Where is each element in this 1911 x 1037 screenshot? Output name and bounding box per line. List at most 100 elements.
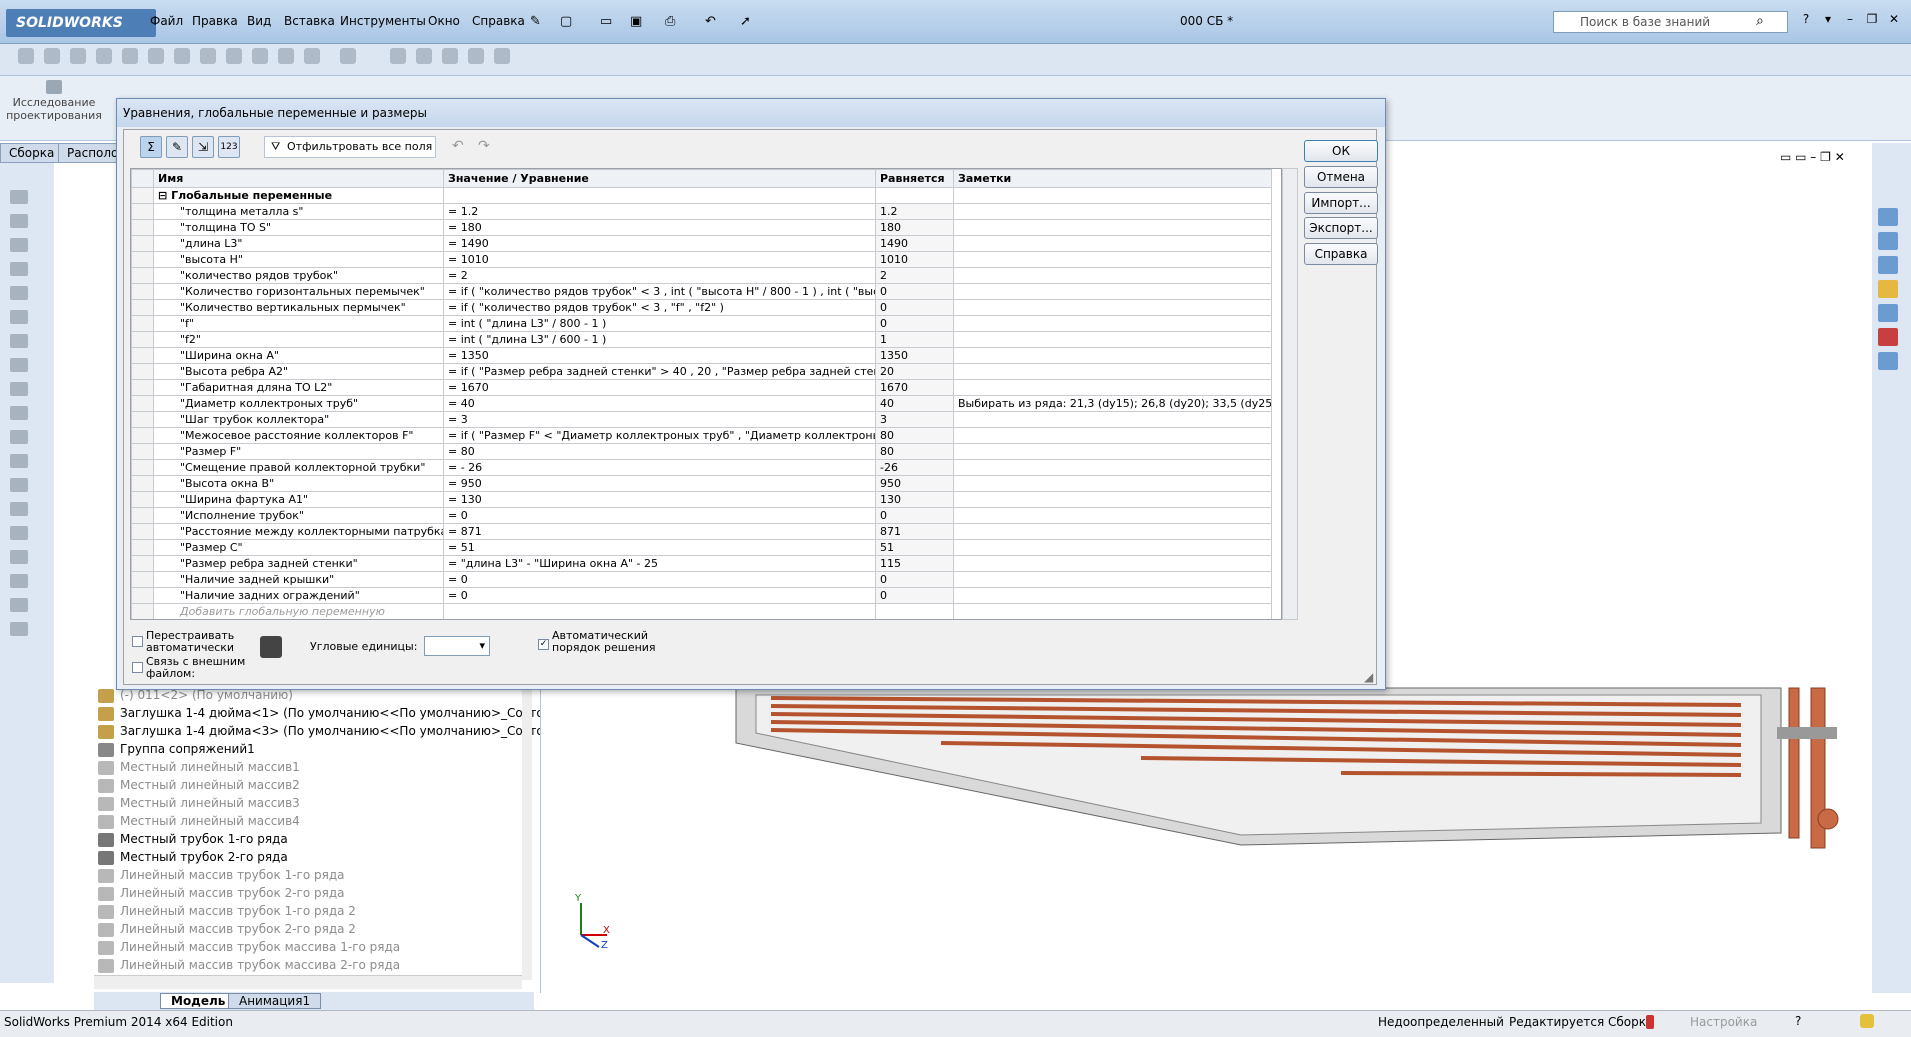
- tree-item[interactable]: Линейный массив трубок массива 2-го ряда: [98, 956, 400, 974]
- row-selector[interactable]: [131, 587, 154, 604]
- tree-item[interactable]: Линейный массив трубок 1-го ряда 2: [98, 902, 356, 920]
- notes-cell[interactable]: [953, 203, 1272, 220]
- row-selector[interactable]: [131, 347, 154, 364]
- table-row[interactable]: "Исполнение трубок" = 00: [131, 507, 1272, 524]
- tab-animation[interactable]: Анимация1: [228, 993, 322, 1009]
- save-icon[interactable]: ▣: [630, 14, 642, 29]
- cell[interactable]: [443, 603, 876, 619]
- tool-icon[interactable]: [390, 48, 406, 64]
- equation-cell[interactable]: = 40: [443, 395, 876, 412]
- menu-insert[interactable]: Вставка: [284, 14, 335, 32]
- equation-cell[interactable]: = 1670: [443, 379, 876, 396]
- table-row[interactable]: "Размер F" = 80 80: [131, 443, 1272, 460]
- tool-icon[interactable]: [148, 48, 164, 64]
- auto-order-checkbox[interactable]: ✓: [538, 636, 549, 650]
- help-icon[interactable]: ?: [1795, 1014, 1801, 1028]
- equation-cell[interactable]: = "длина L3" - "Ширина окна A" - 25: [443, 555, 876, 572]
- equation-cell[interactable]: = 51: [443, 539, 876, 556]
- notes-cell[interactable]: [953, 539, 1272, 556]
- table-row[interactable]: "Наличие задних ограждений" = 00: [131, 587, 1272, 604]
- tool-icon[interactable]: [10, 406, 28, 420]
- cell[interactable]: [953, 603, 1272, 619]
- notes-cell[interactable]: [953, 219, 1272, 236]
- notes-cell[interactable]: [953, 459, 1272, 476]
- menu-help[interactable]: Справка: [472, 14, 525, 32]
- row-selector[interactable]: [131, 315, 154, 332]
- variable-name-cell[interactable]: "количество рядов трубок": [153, 267, 444, 284]
- tree-item[interactable]: Группа сопряжений1: [98, 740, 255, 758]
- collapse-icon[interactable]: ⊟: [158, 189, 167, 202]
- equation-cell[interactable]: = - 26: [443, 459, 876, 476]
- tree-item[interactable]: Местный трубок 2-го ряда: [98, 848, 288, 866]
- variable-name-cell[interactable]: "Размер C": [153, 539, 444, 556]
- variable-name-cell[interactable]: "Ширина окна A": [153, 347, 444, 364]
- tree-item[interactable]: Линейный массив трубок 2-го ряда 2: [98, 920, 356, 938]
- notes-cell[interactable]: [953, 331, 1272, 348]
- notes-cell[interactable]: [953, 315, 1272, 332]
- dimension-view-icon[interactable]: ⇲: [192, 136, 214, 158]
- notes-cell[interactable]: [953, 587, 1272, 604]
- tool-icon[interactable]: [304, 48, 320, 64]
- tool-icon[interactable]: [96, 48, 112, 64]
- table-row[interactable]: "Высота окна B" = 950 950: [131, 475, 1272, 492]
- notes-cell[interactable]: [953, 427, 1272, 444]
- tool-icon[interactable]: [10, 214, 28, 228]
- table-row[interactable]: "Ширина окна A" = 1350 1350: [131, 347, 1272, 364]
- tool-icon[interactable]: [10, 310, 28, 324]
- tool-icon[interactable]: [44, 48, 60, 64]
- row-selector[interactable]: [131, 219, 154, 236]
- traffic-light-icon[interactable]: [260, 636, 282, 658]
- tag-icon[interactable]: [1860, 1014, 1874, 1028]
- row-selector[interactable]: [131, 523, 154, 540]
- table-row[interactable]: "f" = int ( "длина L3" / 800 - 1 ) 0: [131, 315, 1272, 332]
- equation-cell[interactable]: = 80: [443, 443, 876, 460]
- new-document-icon[interactable]: ▢: [560, 14, 572, 29]
- notes-cell[interactable]: [953, 491, 1272, 508]
- notes-cell[interactable]: [953, 363, 1272, 380]
- tool-icon[interactable]: [278, 48, 294, 64]
- variable-name-cell[interactable]: "Шаг трубок коллектора": [153, 411, 444, 428]
- table-row[interactable]: "Смещение правой коллекторной трубки" = -…: [131, 459, 1272, 476]
- row-selector[interactable]: [131, 411, 154, 428]
- column-name[interactable]: Имя: [153, 169, 444, 188]
- add-variable-cell[interactable]: Добавить глобальную переменную: [153, 603, 444, 619]
- row-selector[interactable]: [131, 603, 154, 619]
- menu-view[interactable]: Вид: [247, 14, 271, 32]
- view-palette-icon[interactable]: [1878, 304, 1898, 322]
- tab-assembly[interactable]: Сборка: [0, 143, 64, 163]
- grid-vertical-scrollbar[interactable]: [1282, 168, 1298, 620]
- row-selector[interactable]: [131, 475, 154, 492]
- row-selector[interactable]: [131, 331, 154, 348]
- variable-name-cell[interactable]: "f": [153, 315, 444, 332]
- open-icon[interactable]: ▭: [600, 14, 612, 29]
- row-selector[interactable]: [131, 443, 154, 460]
- tool-icon[interactable]: [10, 454, 28, 468]
- tool-icon[interactable]: [226, 48, 242, 64]
- notes-cell[interactable]: [953, 235, 1272, 252]
- equation-cell[interactable]: = 950: [443, 475, 876, 492]
- tool-icon[interactable]: [10, 526, 28, 540]
- equation-cell[interactable]: = if ( "Размер F" < "Диаметр коллектроны…: [443, 427, 876, 444]
- restore-button[interactable]: ❐: [1862, 12, 1882, 30]
- notes-cell[interactable]: [953, 571, 1272, 588]
- variable-name-cell[interactable]: "Ширина фартука A1": [153, 491, 444, 508]
- row-selector[interactable]: [131, 459, 154, 476]
- table-row[interactable]: "Диаметр коллектроных труб" = 40 40 Выбират…: [131, 395, 1272, 412]
- variable-name-cell[interactable]: "высота H": [153, 251, 444, 268]
- tree-item[interactable]: Местный трубок 1-го ряда: [98, 830, 288, 848]
- equation-cell[interactable]: = 1490: [443, 235, 876, 252]
- appearance-icon[interactable]: [1878, 328, 1898, 346]
- redo-icon[interactable]: ↷: [478, 138, 490, 154]
- notes-cell[interactable]: [953, 523, 1272, 540]
- table-row[interactable]: "Межосевое расстояние коллекторов F" = if…: [131, 427, 1272, 444]
- table-row[interactable]: "Количество вертикальных пермычек" = if (…: [131, 299, 1272, 316]
- tool-icon[interactable]: [10, 286, 28, 300]
- filter-all-fields-button[interactable]: ⛛ Отфильтровать все поля: [264, 136, 436, 158]
- table-row[interactable]: "длина L3" = 1490 1490: [131, 235, 1272, 252]
- export-button[interactable]: Экспорт...: [1304, 217, 1378, 239]
- table-row[interactable]: "Габаритная дляна ТО L2" = 1670 1670: [131, 379, 1272, 396]
- tool-icon[interactable]: [10, 262, 28, 276]
- row-selector[interactable]: [131, 299, 154, 316]
- notes-cell[interactable]: [953, 283, 1272, 300]
- notes-cell[interactable]: [953, 251, 1272, 268]
